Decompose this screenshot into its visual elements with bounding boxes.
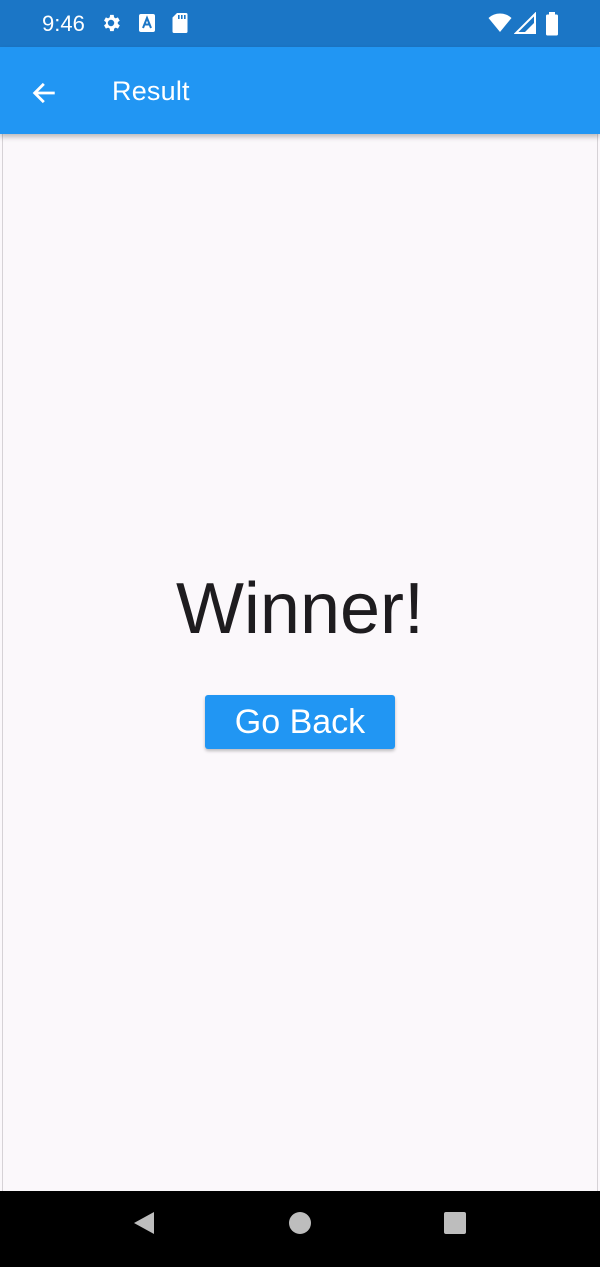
status-time: 9:46 [42,11,85,36]
back-triangle-icon[interactable] [130,1209,158,1237]
app-bar: Result [0,47,600,134]
gear-icon [104,14,120,32]
navigation-bar [0,1191,600,1267]
page-title: Result [112,76,190,106]
signal-icon [514,12,536,34]
app-screen: 9:46 Result Winner! Go Back [0,0,600,1267]
recents-square-icon[interactable] [442,1209,468,1237]
battery-icon [546,12,558,36]
home-circle-icon[interactable] [286,1209,314,1237]
status-bar: 9:46 [0,0,600,47]
arrow-left-icon [32,82,55,104]
sd-card-icon [172,13,188,33]
main-content [2,134,598,1191]
wifi-icon [488,13,512,32]
result-message: Winner! [175,569,425,649]
go-back-button[interactable]: Go Back [205,695,395,749]
a-badge-icon [139,14,155,32]
back-button[interactable] [18,67,70,119]
